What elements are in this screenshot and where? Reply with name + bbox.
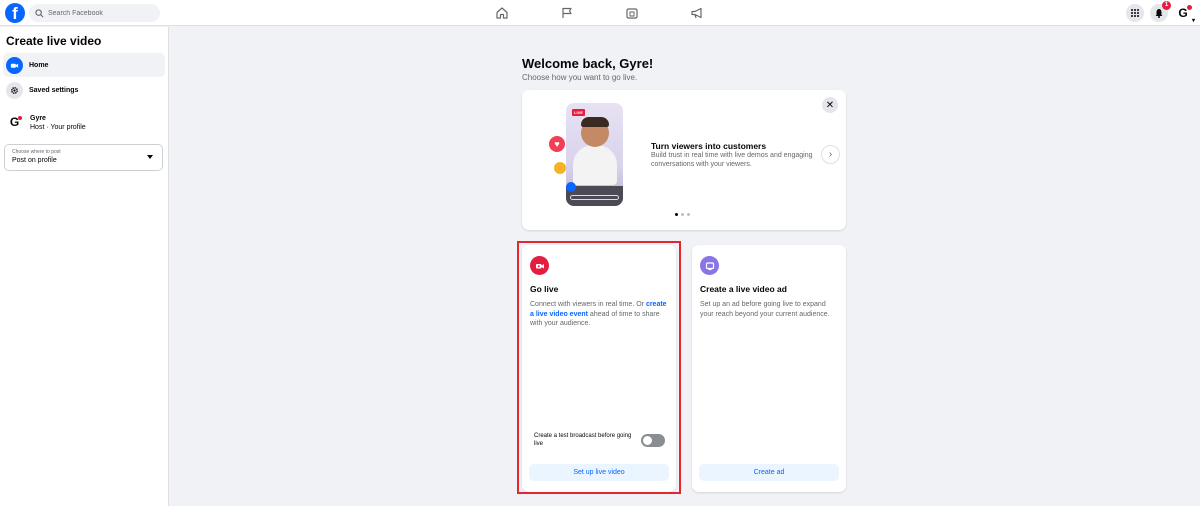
notification-badge: 1 xyxy=(1162,1,1171,10)
selection-highlight xyxy=(517,241,681,494)
create-ad-button[interactable]: Create ad xyxy=(699,464,839,481)
host-subtitle: Host · Your profile xyxy=(30,123,86,131)
megaphone-icon[interactable] xyxy=(690,6,704,20)
dropdown-caret-icon xyxy=(147,155,153,159)
sidebar: Create live video Home Saved settings G … xyxy=(0,27,169,506)
emoji-reaction-icon xyxy=(554,162,566,174)
profile-status-dot xyxy=(1187,5,1192,10)
sidebar-item-home[interactable]: Home xyxy=(3,53,165,77)
host-name: Gyre xyxy=(30,114,46,122)
video-camera-icon xyxy=(6,56,23,74)
carousel-dot[interactable] xyxy=(675,213,678,216)
host-profile: G Gyre Host · Your profile xyxy=(6,114,86,131)
welcome-heading: Welcome back, Gyre! xyxy=(522,56,654,71)
chevron-down-icon: ▾ xyxy=(1191,18,1195,24)
flag-icon[interactable] xyxy=(560,6,574,20)
host-avatar: G xyxy=(6,114,23,131)
chevron-right-icon[interactable]: › xyxy=(821,145,840,164)
gear-icon xyxy=(6,81,23,99)
search-input[interactable] xyxy=(48,9,158,17)
ad-title: Create a live video ad xyxy=(700,284,787,294)
live-video-ad-card[interactable]: Create a live video ad Set up an ad befo… xyxy=(692,245,846,492)
sidebar-item-label: Home xyxy=(29,61,49,69)
welcome-subtitle: Choose how you want to go live. xyxy=(522,73,638,82)
profile-button[interactable]: G ▾ xyxy=(1174,4,1195,24)
carousel-dots xyxy=(675,213,690,216)
promo-text: Build trust in real time with live demos… xyxy=(651,152,813,168)
sidebar-item-saved-settings[interactable]: Saved settings xyxy=(3,78,165,102)
menu-button[interactable] xyxy=(1126,4,1144,22)
search-box[interactable] xyxy=(29,4,160,22)
carousel-dot[interactable] xyxy=(681,213,684,216)
home-icon[interactable] xyxy=(495,6,509,20)
post-destination-select[interactable]: Choose where to post Post on profile xyxy=(4,144,163,171)
live-badge: LIVE xyxy=(572,109,585,116)
post-select-label: Choose where to post xyxy=(12,149,61,155)
ad-screen-icon xyxy=(700,256,719,275)
search-icon xyxy=(35,8,44,17)
top-right-controls: 1 G ▾ xyxy=(1126,1,1195,24)
carousel-dot[interactable] xyxy=(687,213,690,216)
bell-icon xyxy=(1155,9,1163,18)
facebook-logo[interactable]: f xyxy=(5,3,25,23)
post-select-value: Post on profile xyxy=(12,157,57,164)
promo-title: Turn viewers into customers xyxy=(651,141,767,151)
main-nav xyxy=(0,0,1200,26)
marketplace-icon[interactable] xyxy=(625,6,639,20)
page-title: Create live video xyxy=(6,34,102,48)
sidebar-item-label: Saved settings xyxy=(29,86,79,94)
host-status-dot xyxy=(18,116,22,120)
close-icon[interactable]: ✕ xyxy=(822,97,838,113)
ad-description: Set up an ad before going live to expand… xyxy=(700,301,830,318)
grid-menu-icon xyxy=(1131,9,1139,17)
top-bar: f 1 G ▾ xyxy=(0,0,1200,26)
like-reaction-icon xyxy=(566,182,576,192)
promo-phone-illustration: LIVE xyxy=(566,103,623,206)
promo-carousel: ✕ LIVE ♥ Turn viewers into customers Bui… xyxy=(522,90,846,230)
heart-reaction-icon: ♥ xyxy=(549,136,565,152)
notifications-button[interactable]: 1 xyxy=(1150,1,1171,22)
